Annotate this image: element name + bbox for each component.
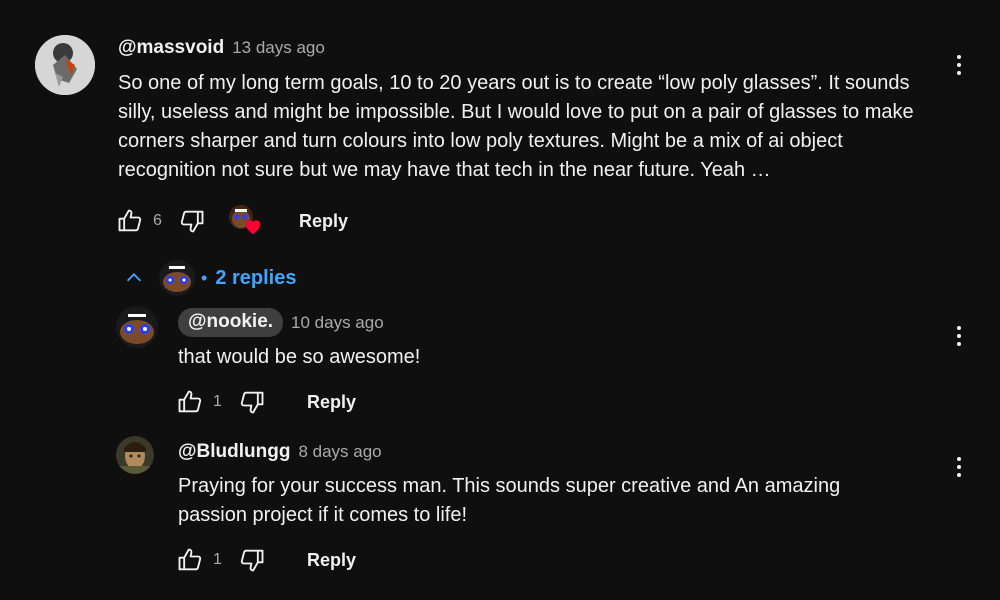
thumb-up-icon[interactable] [175, 545, 205, 575]
like-count: 1 [213, 393, 222, 410]
reply-button[interactable]: Reply [299, 211, 348, 232]
reply-text: Praying for your success man. This sound… [178, 475, 841, 526]
reply-button[interactable]: Reply [307, 550, 356, 571]
thumb-down-icon[interactable] [177, 206, 207, 236]
comment-timestamp[interactable]: 13 days ago [232, 38, 325, 58]
thumb-up-icon[interactable] [175, 387, 205, 417]
heart-icon [245, 220, 261, 235]
reply-timestamp[interactable]: 8 days ago [298, 442, 381, 462]
like-count: 6 [153, 212, 162, 229]
reply-author[interactable]: @Bludlungg [178, 441, 290, 463]
replier-avatar-preview [159, 260, 195, 296]
like-count: 1 [213, 551, 222, 568]
comment-text: So one of my long term goals, 10 to 20 y… [118, 72, 914, 181]
avatar-bludlungg[interactable] [116, 436, 154, 474]
creator-heart[interactable] [229, 205, 265, 237]
reply-author-pill[interactable]: @nookie. [178, 308, 284, 337]
thumb-down-icon[interactable] [237, 387, 267, 417]
more-vert-icon[interactable] [949, 321, 969, 351]
reply-header: @nookie. 10 days ago [178, 308, 384, 337]
replies-dot: • [201, 267, 208, 288]
reply-button[interactable]: Reply [307, 392, 356, 413]
reply-actions: 1 Reply [175, 387, 356, 417]
more-vert-icon[interactable] [949, 452, 969, 482]
thumb-up-icon[interactable] [115, 206, 145, 236]
reply-timestamp[interactable]: 10 days ago [291, 313, 384, 333]
more-vert-icon[interactable] [949, 50, 969, 80]
comment-author[interactable]: @massvoid [118, 37, 224, 59]
thumb-down-icon[interactable] [237, 545, 267, 575]
reply-actions: 1 Reply [175, 545, 356, 575]
comment-actions: 6 Reply [115, 205, 348, 237]
reply-text: that would be so awesome! [178, 346, 421, 368]
reply-header: @Bludlungg 8 days ago [178, 441, 382, 463]
avatar-nookie[interactable] [116, 306, 158, 348]
replies-count: 2 replies [215, 266, 297, 289]
comment-header: @massvoid 13 days ago [118, 37, 325, 59]
chevron-up-icon [126, 273, 142, 282]
replies-toggle[interactable]: • 2 replies [123, 260, 296, 296]
avatar-massvoid[interactable] [35, 35, 95, 95]
